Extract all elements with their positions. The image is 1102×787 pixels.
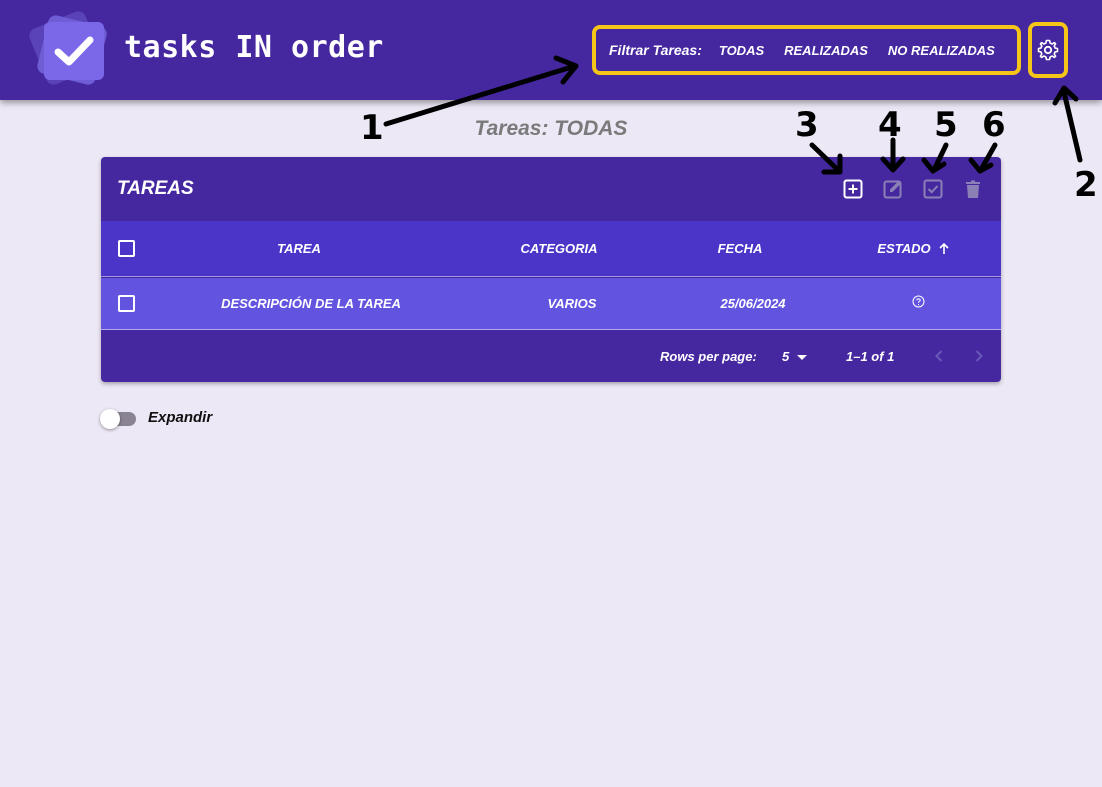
table-header-row: TAREA CATEGORIA FECHA ESTADO (101, 221, 1001, 277)
column-header-categoria[interactable]: CATEGORIA (520, 241, 597, 256)
add-box-icon[interactable] (842, 178, 864, 200)
rows-per-page-select[interactable]: 5 (782, 349, 789, 364)
check-box-icon[interactable] (922, 178, 944, 200)
table-row[interactable]: DESCRIPCIÓN DE LA TAREA VARIOS 25/06/202… (101, 278, 1001, 330)
app-title: tasks IN order (124, 30, 384, 65)
expand-toggle[interactable] (100, 409, 138, 429)
dropdown-caret-icon[interactable] (797, 355, 807, 360)
annotation-label-3: 3 (795, 105, 819, 145)
gear-icon (1037, 39, 1059, 61)
column-header-fecha[interactable]: FECHA (718, 241, 763, 256)
rows-per-page-label: Rows per page: (660, 349, 757, 364)
annotation-label-6: 6 (982, 105, 1006, 145)
annotation-label-5: 5 (934, 105, 958, 145)
filter-no-realizadas-button[interactable]: NO REALIZADAS (888, 43, 995, 58)
settings-button[interactable] (1028, 22, 1068, 78)
filter-realizadas-button[interactable]: REALIZADAS (784, 43, 868, 58)
chevron-left-icon[interactable] (928, 345, 950, 367)
app-logo (26, 8, 110, 90)
cell-fecha: 25/06/2024 (720, 296, 786, 311)
chevron-right-icon[interactable] (968, 345, 990, 367)
annotation-label-1: 1 (360, 108, 384, 148)
column-header-estado[interactable]: ESTADO (877, 241, 930, 256)
help-circle-icon (912, 295, 925, 308)
pagination-range: 1–1 of 1 (846, 349, 895, 364)
row-checkbox[interactable] (118, 295, 135, 312)
tasks-table: TAREAS TAREA CATEGORIA FECHA ESTADO DESC… (101, 157, 1001, 382)
arrow-up-icon[interactable] (937, 242, 951, 256)
edit-icon[interactable] (882, 178, 904, 200)
filter-label: Filtrar Tareas: (609, 42, 702, 58)
expand-label: Expandir (148, 409, 213, 426)
filter-todas-button[interactable]: TODAS (719, 43, 764, 58)
table-pagination: Rows per page: 5 1–1 of 1 (101, 331, 1001, 382)
cell-categoria: VARIOS (547, 296, 597, 311)
filter-bar: Filtrar Tareas: TODAS REALIZADAS NO REAL… (592, 25, 1021, 75)
annotation-label-2: 2 (1074, 165, 1098, 205)
checkmark-icon (44, 22, 104, 80)
delete-icon[interactable] (962, 178, 984, 200)
table-toolbar: TAREAS (101, 157, 1001, 221)
select-all-checkbox[interactable] (118, 240, 135, 257)
table-title: TAREAS (117, 178, 194, 199)
column-header-tarea[interactable]: TAREA (277, 241, 321, 256)
app-bar: tasks IN order Filtrar Tareas: TODAS REA… (0, 0, 1102, 100)
annotation-label-4: 4 (878, 105, 902, 145)
cell-tarea: DESCRIPCIÓN DE LA TAREA (221, 296, 401, 311)
